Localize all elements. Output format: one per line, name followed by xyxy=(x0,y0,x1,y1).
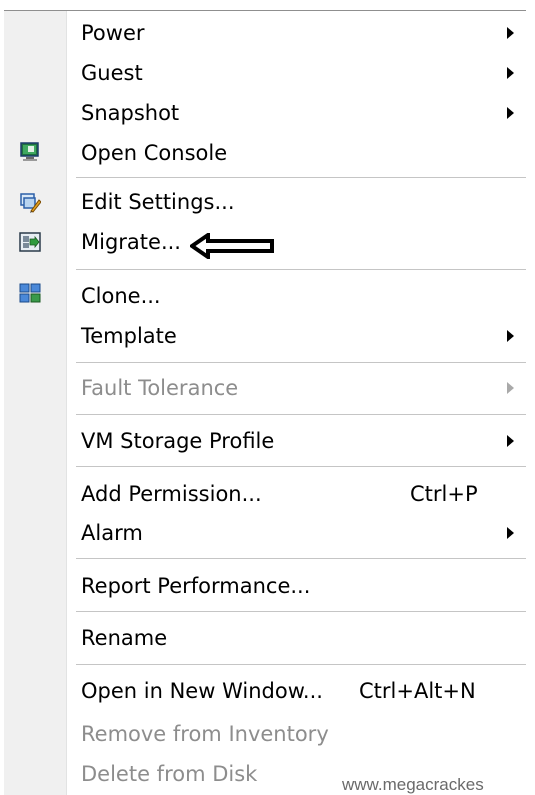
menu-item-label: Open Console xyxy=(81,141,228,165)
menu-separator xyxy=(76,558,526,560)
menu-item-label: Migrate... xyxy=(81,230,181,254)
console-icon xyxy=(20,142,39,161)
menu-item-snapshot[interactable]: Snapshot xyxy=(4,93,526,133)
menu-item-label: Alarm xyxy=(81,521,143,545)
menu-item-edit-settings[interactable]: Edit Settings... xyxy=(4,182,526,222)
menu-item-label: Fault Tolerance xyxy=(81,376,239,400)
submenu-arrow-icon xyxy=(507,67,514,79)
submenu-arrow-icon xyxy=(507,435,514,447)
menu-item-template[interactable]: Template xyxy=(4,316,526,356)
submenu-arrow-icon xyxy=(507,527,514,539)
menu-item-label: Remove from Inventory xyxy=(81,722,329,746)
submenu-arrow-icon xyxy=(507,27,514,39)
menu-item-report-performance[interactable]: Report Performance... xyxy=(4,566,526,606)
menu-item-label: Snapshot xyxy=(81,101,180,125)
clone-icon xyxy=(19,283,41,303)
menu-separator xyxy=(76,664,526,666)
menu-item-open-in-new-window[interactable]: Open in New Window... Ctrl+Alt+N xyxy=(4,671,526,711)
menu-item-remove-from-inventory: Remove from Inventory xyxy=(4,714,526,754)
menu-item-shortcut: Ctrl+Alt+N xyxy=(359,679,476,703)
menu-item-label: Template xyxy=(81,324,177,348)
left-pointing-arrow-icon xyxy=(190,233,274,259)
menu-item-shortcut: Ctrl+P xyxy=(410,482,478,506)
menu-item-clone[interactable]: Clone... xyxy=(4,276,526,316)
menu-item-label: VM Storage Profile xyxy=(81,429,275,453)
menu-item-guest[interactable]: Guest xyxy=(4,53,526,93)
edit-settings-icon xyxy=(20,193,41,213)
menu-item-label: Clone... xyxy=(81,284,161,308)
menu-separator xyxy=(76,177,526,179)
menu-separator xyxy=(76,269,526,271)
menu-item-label: Open in New Window... xyxy=(81,679,323,703)
menu-item-add-permission[interactable]: Add Permission... Ctrl+P xyxy=(4,474,526,514)
menu-item-label: Edit Settings... xyxy=(81,190,235,214)
menu-item-label: Rename xyxy=(81,626,168,650)
submenu-arrow-icon xyxy=(507,382,514,394)
menu-item-label: Add Permission... xyxy=(81,482,262,506)
submenu-arrow-icon xyxy=(507,107,514,119)
menu-item-vm-storage-profile[interactable]: VM Storage Profile xyxy=(4,421,526,461)
menu-separator xyxy=(76,362,526,364)
menu-separator xyxy=(76,466,526,468)
menu-item-label: Power xyxy=(81,21,145,45)
menu-item-power[interactable]: Power xyxy=(4,13,526,53)
menu-item-label: Report Performance... xyxy=(81,574,311,598)
menu-item-label: Delete from Disk xyxy=(81,762,258,786)
submenu-arrow-icon xyxy=(507,330,514,342)
migrate-icon xyxy=(19,232,41,252)
menu-item-rename[interactable]: Rename xyxy=(4,618,526,658)
watermark-text: www.megacrackes xyxy=(342,775,484,794)
menu-separator xyxy=(76,414,526,416)
vm-context-menu: Power Guest Snapshot Open Console Edit S… xyxy=(4,10,526,795)
menu-item-alarm[interactable]: Alarm xyxy=(4,513,526,553)
menu-item-open-console[interactable]: Open Console xyxy=(4,133,526,173)
menu-separator xyxy=(76,611,526,613)
menu-item-fault-tolerance: Fault Tolerance xyxy=(4,368,526,408)
menu-item-label: Guest xyxy=(81,61,143,85)
